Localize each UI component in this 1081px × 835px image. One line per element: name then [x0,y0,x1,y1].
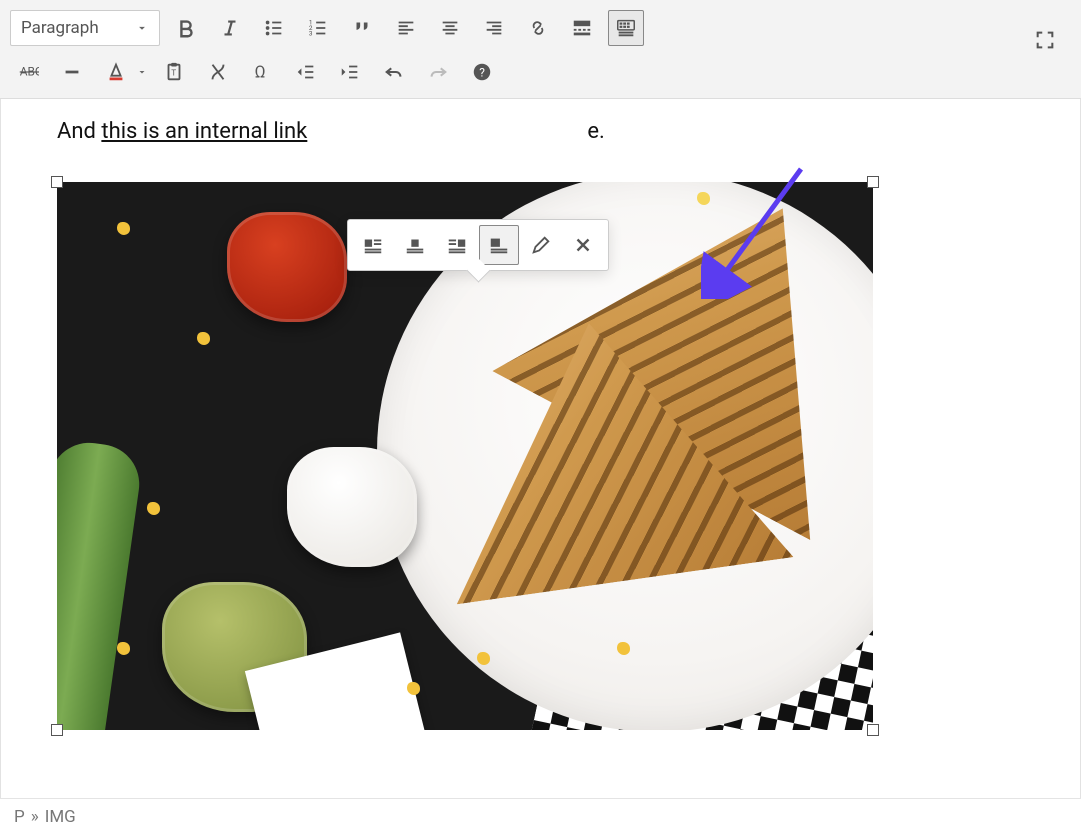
text-suffix: e. [587,119,604,144]
svg-text:T: T [171,69,176,79]
text-color-button[interactable] [98,54,134,90]
align-center-button[interactable] [432,10,468,46]
strikethrough-button[interactable]: ABC [10,54,46,90]
image-float-toolbar [347,219,609,271]
img-remove-button[interactable] [563,225,603,265]
outdent-button[interactable] [288,54,324,90]
status-bar: P » IMG [0,798,1081,835]
img-align-center-button[interactable] [395,225,435,265]
insert-link-button[interactable] [520,10,556,46]
svg-text:Ω: Ω [255,64,266,83]
special-char-button[interactable]: Ω [244,54,280,90]
content-paragraph[interactable]: And this is an internal link e. [57,119,1024,144]
chevron-down-icon[interactable] [136,66,148,78]
img-align-left-button[interactable] [353,225,393,265]
img-align-right-button[interactable] [437,225,477,265]
italic-button[interactable] [212,10,248,46]
format-dropdown-label: Paragraph [21,18,99,38]
breadcrumb-sep: » [31,807,39,827]
numbered-list-button[interactable]: 123 [300,10,336,46]
breadcrumb-img[interactable]: IMG [45,807,76,827]
internal-link[interactable]: this is an internal link [101,119,307,144]
bold-button[interactable] [168,10,204,46]
editor-canvas[interactable]: And this is an internal link e. [0,99,1081,799]
bullet-list-button[interactable] [256,10,292,46]
text-prefix: And [57,119,101,144]
align-left-button[interactable] [388,10,424,46]
chevron-down-icon [135,21,149,35]
redo-button[interactable] [420,54,456,90]
resize-handle-tl[interactable] [51,176,63,188]
resize-handle-br[interactable] [867,724,879,736]
editor-toolbar: Paragraph 123 ABC T Ω ? [0,4,1081,99]
indent-button[interactable] [332,54,368,90]
resize-handle-tr[interactable] [867,176,879,188]
img-edit-button[interactable] [521,225,561,265]
clear-format-button[interactable] [200,54,236,90]
img-align-none-button[interactable] [479,225,519,265]
read-more-button[interactable] [564,10,600,46]
breadcrumb-p[interactable]: P [14,807,25,827]
blockquote-button[interactable] [344,10,380,46]
horizontal-rule-button[interactable] [54,54,90,90]
undo-button[interactable] [376,54,412,90]
paste-text-button[interactable]: T [156,54,192,90]
align-right-button[interactable] [476,10,512,46]
fullscreen-button[interactable] [1027,22,1063,58]
format-dropdown[interactable]: Paragraph [10,10,160,46]
svg-text:ABC: ABC [20,65,39,79]
svg-text:?: ? [479,66,485,80]
resize-handle-bl[interactable] [51,724,63,736]
toolbar-toggle-button[interactable] [608,10,644,46]
help-button[interactable]: ? [464,54,500,90]
svg-text:3: 3 [309,29,313,37]
